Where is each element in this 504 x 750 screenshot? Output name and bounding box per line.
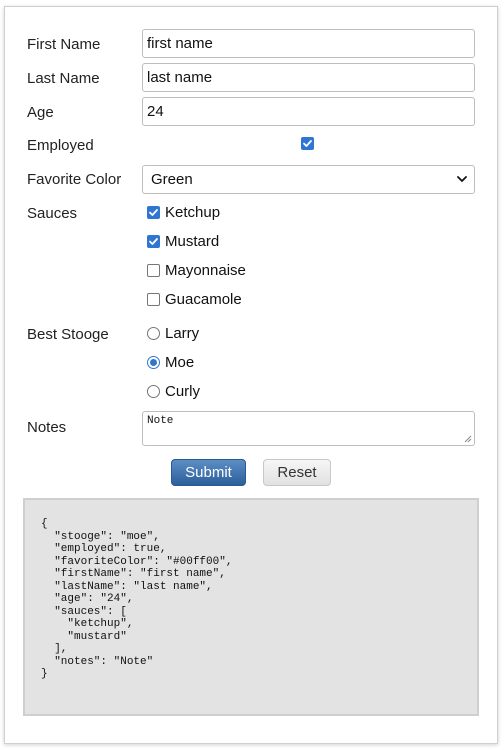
- notes-textarea[interactable]: Note: [142, 411, 475, 446]
- sauce-mayonnaise-label[interactable]: Mayonnaise: [165, 262, 246, 280]
- sauce-guacamole-checkbox[interactable]: [147, 293, 160, 306]
- sauces-label: Sauces: [27, 205, 78, 222]
- sauce-mustard-label[interactable]: Mustard: [165, 233, 219, 251]
- stooge-curly-radio[interactable]: [147, 385, 160, 398]
- reset-button[interactable]: Reset: [263, 459, 331, 486]
- json-output-panel: { "stooge": "moe", "employed": true, "fa…: [23, 498, 479, 716]
- stooge-larry-label[interactable]: Larry: [165, 325, 199, 343]
- submit-button[interactable]: Submit: [171, 459, 246, 486]
- checkmark-icon: [149, 209, 158, 216]
- last-name-input[interactable]: [142, 63, 475, 92]
- sauce-mayonnaise-checkbox[interactable]: [147, 264, 160, 277]
- stooge-moe-radio[interactable]: [147, 356, 160, 369]
- favorite-color-select[interactable]: Green: [142, 165, 475, 194]
- checkmark-icon: [149, 238, 158, 245]
- sauce-guacamole-label[interactable]: Guacamole: [165, 291, 242, 309]
- resize-grip-icon[interactable]: [464, 435, 472, 443]
- json-output-text: { "stooge": "moe", "employed": true, "fa…: [41, 518, 233, 680]
- age-input[interactable]: [142, 97, 475, 126]
- sauce-mustard-checkbox[interactable]: [147, 235, 160, 248]
- chevron-down-icon: [457, 176, 467, 182]
- last-name-label: Last Name: [27, 70, 100, 87]
- form-card: First Name Last Name Age Employed Favori…: [4, 6, 498, 744]
- employed-checkbox[interactable]: [301, 137, 314, 150]
- employed-label: Employed: [27, 137, 94, 154]
- stooge-curly-label[interactable]: Curly: [165, 383, 200, 401]
- checkmark-icon: [303, 140, 312, 147]
- age-label: Age: [27, 104, 54, 121]
- stooge-larry-radio[interactable]: [147, 327, 160, 340]
- favorite-color-label: Favorite Color: [27, 171, 122, 188]
- best-stooge-label: Best Stooge: [27, 326, 109, 343]
- sauce-ketchup-checkbox[interactable]: [147, 206, 160, 219]
- notes-label: Notes: [27, 419, 67, 436]
- first-name-label: First Name: [27, 36, 101, 53]
- first-name-input[interactable]: [142, 29, 475, 58]
- favorite-color-selected: Green: [151, 171, 193, 188]
- stooge-moe-label[interactable]: Moe: [165, 354, 194, 372]
- sauce-ketchup-label[interactable]: Ketchup: [165, 204, 220, 222]
- notes-value: Note: [147, 415, 174, 427]
